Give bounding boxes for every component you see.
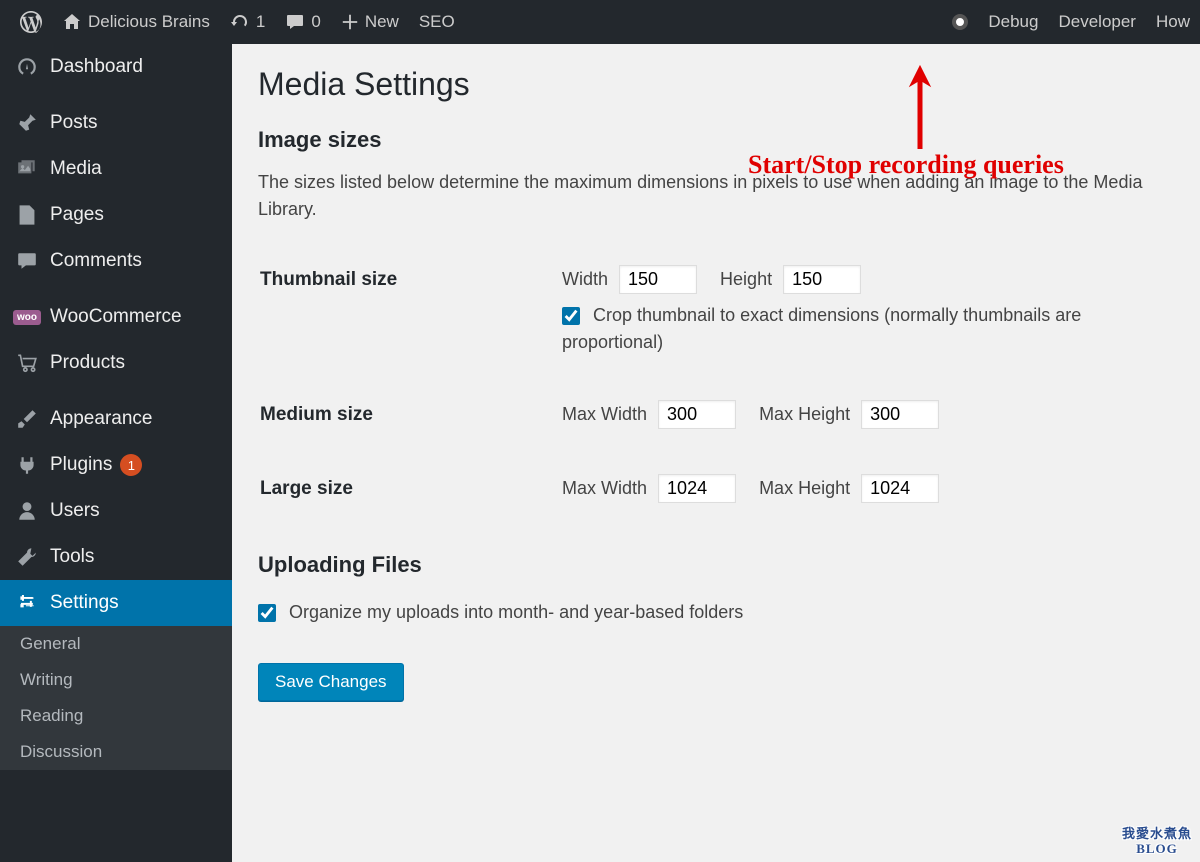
sliders-icon xyxy=(14,590,40,616)
large-height-input[interactable] xyxy=(861,474,939,503)
max-height-label-2: Max Height xyxy=(759,478,850,498)
media-icon xyxy=(14,156,40,182)
organize-checkbox[interactable] xyxy=(258,604,276,622)
max-width-label-2: Max Width xyxy=(562,478,647,498)
menu-posts[interactable]: Posts xyxy=(0,100,232,146)
cart-icon xyxy=(14,350,40,376)
submenu-discussion[interactable]: Discussion xyxy=(0,734,232,770)
new-content-link[interactable]: New xyxy=(331,0,409,44)
crop-checkbox[interactable] xyxy=(562,307,580,325)
record-button[interactable] xyxy=(942,0,978,44)
annotation-text: Start/Stop recording queries xyxy=(748,150,1064,180)
menu-comments[interactable]: Comments xyxy=(0,238,232,284)
settings-submenu: General Writing Reading Discussion xyxy=(0,626,232,770)
menu-tools[interactable]: Tools xyxy=(0,534,232,580)
page-icon xyxy=(14,202,40,228)
menu-settings[interactable]: Settings xyxy=(0,580,232,626)
site-home-link[interactable]: Delicious Brains xyxy=(52,0,220,44)
plugins-badge: 1 xyxy=(120,454,142,476)
menu-pages[interactable]: Pages xyxy=(0,192,232,238)
thumbnail-label: Thumbnail size xyxy=(260,255,560,366)
save-changes-button[interactable]: Save Changes xyxy=(258,663,404,701)
annotation-arrow xyxy=(900,64,940,159)
medium-width-input[interactable] xyxy=(658,400,736,429)
menu-plugins[interactable]: Plugins 1 xyxy=(0,442,232,488)
width-label: Width xyxy=(562,269,608,289)
menu-products[interactable]: Products xyxy=(0,340,232,386)
large-label: Large size xyxy=(260,442,560,514)
admin-sidebar: Dashboard Posts Media Pages Comments woo… xyxy=(0,44,232,862)
debug-link[interactable]: Debug xyxy=(978,0,1048,44)
site-name: Delicious Brains xyxy=(88,12,210,32)
brush-icon xyxy=(14,406,40,432)
new-label: New xyxy=(365,12,399,32)
admin-toolbar: Delicious Brains 1 0 New SEO Debug Devel… xyxy=(0,0,1200,44)
menu-users[interactable]: Users xyxy=(0,488,232,534)
howdy-link[interactable]: How xyxy=(1146,0,1190,44)
submenu-reading[interactable]: Reading xyxy=(0,698,232,734)
wrench-icon xyxy=(14,544,40,570)
submenu-general[interactable]: General xyxy=(0,626,232,662)
comment-count: 0 xyxy=(311,12,320,32)
pin-icon xyxy=(14,110,40,136)
crop-label: Crop thumbnail to exact dimensions (norm… xyxy=(562,305,1081,352)
menu-dashboard[interactable]: Dashboard xyxy=(0,44,232,90)
plug-icon xyxy=(14,452,40,478)
height-label: Height xyxy=(720,269,772,289)
thumbnail-height-input[interactable] xyxy=(783,265,861,294)
update-count: 1 xyxy=(256,12,265,32)
max-width-label: Max Width xyxy=(562,404,647,424)
comments-link[interactable]: 0 xyxy=(275,0,330,44)
main-content: Media Settings Image sizes The sizes lis… xyxy=(232,44,1200,862)
medium-label: Medium size xyxy=(260,368,560,440)
organize-label: Organize my uploads into month- and year… xyxy=(289,602,743,622)
menu-appearance[interactable]: Appearance xyxy=(0,396,232,442)
page-title: Media Settings xyxy=(258,66,1174,103)
record-icon xyxy=(952,14,968,30)
submenu-writing[interactable]: Writing xyxy=(0,662,232,698)
user-icon xyxy=(14,498,40,524)
updates-link[interactable]: 1 xyxy=(220,0,275,44)
wordpress-logo[interactable] xyxy=(10,0,52,44)
max-height-label: Max Height xyxy=(759,404,850,424)
menu-media[interactable]: Media xyxy=(0,146,232,192)
dashboard-icon xyxy=(14,54,40,80)
uploading-files-heading: Uploading Files xyxy=(258,552,1174,578)
woocommerce-icon: woo xyxy=(14,304,40,330)
blog-watermark: 我愛水煮魚 BLOG xyxy=(1122,827,1192,856)
developer-link[interactable]: Developer xyxy=(1048,0,1146,44)
comment-icon xyxy=(14,248,40,274)
medium-height-input[interactable] xyxy=(861,400,939,429)
menu-woocommerce[interactable]: woo WooCommerce xyxy=(0,294,232,340)
thumbnail-width-input[interactable] xyxy=(619,265,697,294)
large-width-input[interactable] xyxy=(658,474,736,503)
seo-link[interactable]: SEO xyxy=(409,0,465,44)
